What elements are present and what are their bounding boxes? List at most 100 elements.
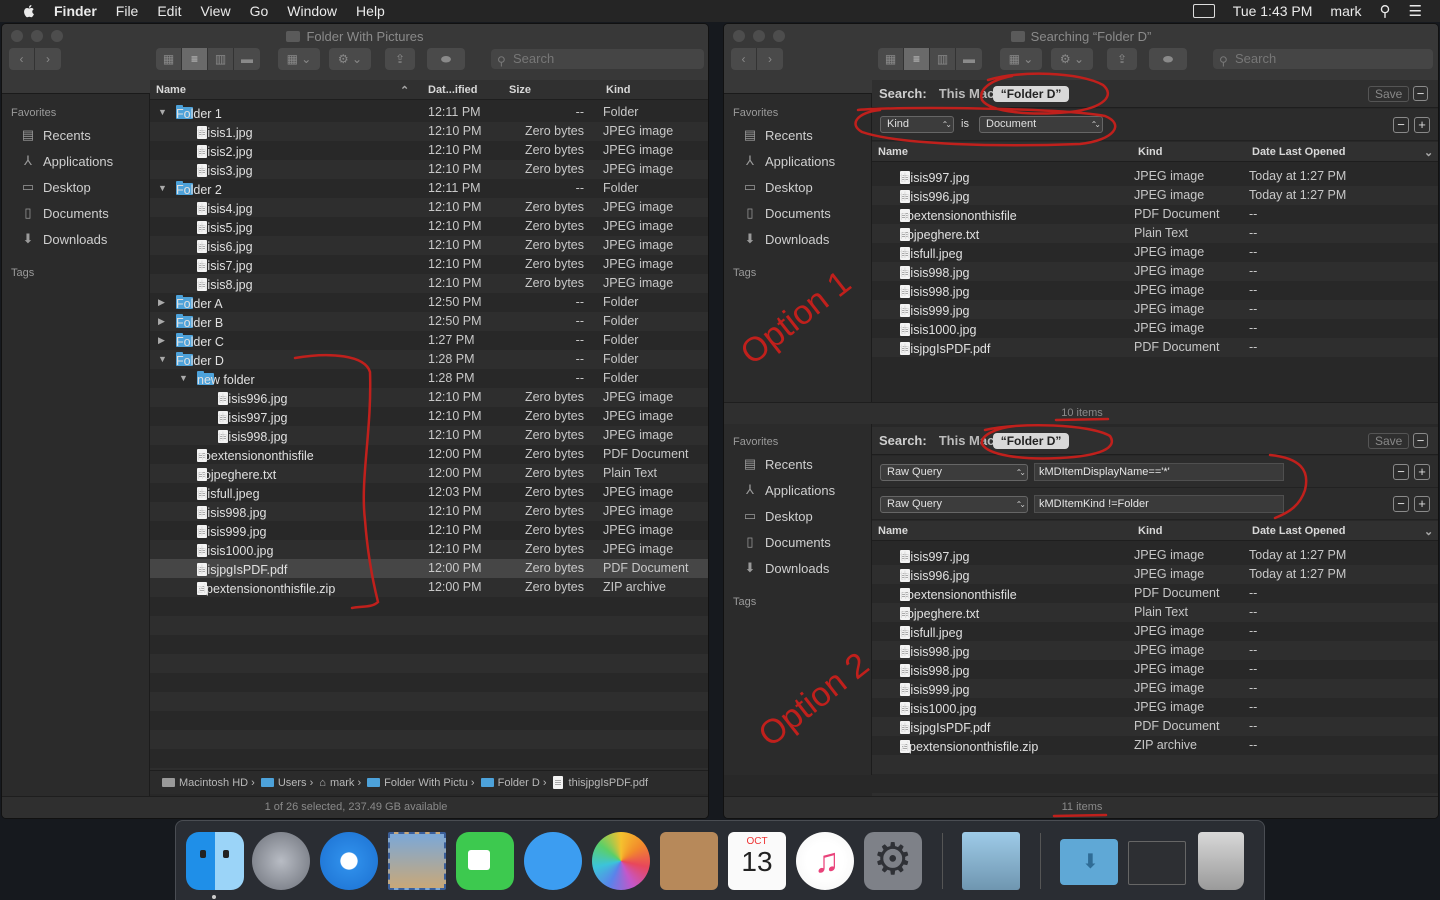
menu-go[interactable]: Go (250, 3, 269, 19)
facetime-icon[interactable] (456, 832, 514, 890)
tag-icon[interactable]: ⬬ (1149, 48, 1187, 70)
file-row[interactable]: thisis2.jpg 12:10 PM Zero bytes JPEG image (150, 141, 708, 160)
search-result-row[interactable]: thisfull.jpeg JPEG image -- (872, 243, 1438, 262)
search-result-row[interactable]: noextensiononthisfile PDF Document -- (872, 584, 1438, 603)
group-by-button[interactable]: ▦ ⌄ (1000, 48, 1042, 70)
save-search-button[interactable]: Save (1368, 433, 1410, 449)
search-result-row[interactable]: thisis997.jpg JPEG image Today at 1:27 PM (872, 167, 1438, 186)
raw-query-field[interactable]: kMDItemKind !=Folder (1034, 495, 1284, 513)
attribute-popup[interactable]: Raw Query (880, 496, 1028, 513)
forward-button[interactable]: › (757, 48, 783, 70)
downloads-stack-icon[interactable]: ⬇ (1060, 839, 1118, 885)
search-result-row[interactable]: noextensiononthisfile PDF Document -- (872, 205, 1438, 224)
search-result-row[interactable]: thisis996.jpg JPEG image Today at 1:27 PM (872, 565, 1438, 584)
file-row[interactable]: thisis1000.jpg 12:10 PM Zero bytes JPEG ima… (150, 540, 708, 559)
disclosure-open-icon[interactable]: ▼ (158, 354, 167, 364)
search-result-row[interactable]: thisis997.jpg JPEG image Today at 1:27 PM (872, 546, 1438, 565)
column-kind[interactable]: Kind (606, 84, 630, 96)
launchpad-icon[interactable] (252, 832, 310, 890)
back-button[interactable]: ‹ (731, 48, 757, 70)
file-row[interactable]: thisis996.jpg 12:10 PM Zero bytes JPEG imag… (150, 388, 708, 407)
column-kind[interactable]: Kind (1138, 146, 1162, 158)
user-name[interactable]: mark (1330, 3, 1361, 19)
file-row[interactable]: thisjpgIsPDF.pdf 12:00 PM Zero bytes PDF Do… (150, 559, 708, 578)
system-preferences-icon[interactable]: ⚙ (864, 832, 922, 890)
attribute-popup[interactable]: Kind (880, 116, 954, 133)
sidebar-item-recents[interactable]: ▤ Recents (2, 122, 149, 148)
file-row[interactable]: ▶ Folder B 12:50 PM -- Folder (150, 312, 708, 331)
column-name[interactable]: Name (878, 146, 908, 158)
attribute-popup[interactable]: Raw Query (880, 464, 1028, 481)
sidebar-item-recents[interactable]: ▤ Recents (724, 451, 871, 477)
group-by-button[interactable]: ▦ ⌄ (278, 48, 320, 70)
contacts-icon[interactable] (660, 832, 718, 890)
share-icon[interactable]: ⇪ (385, 48, 415, 70)
gallery-view-icon[interactable]: ▬ (234, 48, 260, 70)
preview-icon[interactable] (962, 832, 1020, 890)
remove-criteria-button[interactable]: − (1413, 433, 1428, 448)
remove-rule-button[interactable]: − (1393, 464, 1409, 480)
file-row[interactable]: ▼ new folder 1:28 PM -- Folder (150, 369, 708, 388)
itunes-icon[interactable]: ♫ (796, 832, 854, 890)
disclosure-open-icon[interactable]: ▼ (179, 373, 188, 383)
path-item[interactable]: Folder D › (480, 777, 547, 789)
search-result-row[interactable]: nojpeghere.txt Plain Text -- (872, 224, 1438, 243)
clock[interactable]: Tue 1:43 PM (1233, 3, 1313, 19)
sidebar-item-documents[interactable]: ▯ Documents (724, 529, 871, 555)
search-result-row[interactable]: thisis998.jpg JPEG image -- (872, 262, 1438, 281)
column-name[interactable]: Name (156, 84, 186, 96)
scope-this-mac[interactable]: This Mac (939, 433, 995, 448)
action-gear-icon[interactable]: ⚙ ⌄ (1051, 48, 1093, 70)
file-row[interactable]: thisis8.jpg 12:10 PM Zero bytes JPEG image (150, 274, 708, 293)
file-row[interactable]: zipextensiononthisfile.zip 12:00 PM Zero b… (150, 578, 708, 597)
icon-view-icon[interactable]: ▦ (156, 48, 182, 70)
action-gear-icon[interactable]: ⚙ ⌄ (329, 48, 371, 70)
file-row[interactable]: thisis998.jpg 12:10 PM Zero bytes JPEG imag… (150, 426, 708, 445)
sidebar-item-recents[interactable]: ▤ Recents (724, 122, 871, 148)
mail-icon[interactable] (388, 832, 446, 890)
search-result-row[interactable]: thisjpgIsPDF.pdf PDF Document -- (872, 338, 1438, 357)
column-date-modified[interactable]: Dat...ified (428, 84, 478, 96)
menu-window[interactable]: Window (287, 3, 337, 19)
disclosure-open-icon[interactable]: ▼ (158, 183, 167, 193)
column-date-last-opened[interactable]: Date Last Opened (1252, 525, 1346, 537)
search-result-row[interactable]: thisfull.jpeg JPEG image -- (872, 622, 1438, 641)
value-popup[interactable]: Document (979, 116, 1103, 133)
share-icon[interactable]: ⇪ (1107, 48, 1137, 70)
file-row[interactable]: ▼ Folder 1 12:11 PM -- Folder (150, 103, 708, 122)
search-result-row[interactable]: thisis998.jpg JPEG image -- (872, 641, 1438, 660)
menu-file[interactable]: File (116, 3, 139, 19)
menu-edit[interactable]: Edit (157, 3, 181, 19)
file-row[interactable]: thisis3.jpg 12:10 PM Zero bytes JPEG image (150, 160, 708, 179)
file-row[interactable]: thisis998.jpg 12:10 PM Zero bytes JPEG imag… (150, 502, 708, 521)
calendar-icon[interactable]: OCT 13 (728, 832, 786, 890)
photos-icon[interactable] (592, 832, 650, 890)
list-view-icon[interactable]: ≡ (904, 48, 930, 70)
save-search-button[interactable]: Save (1368, 86, 1410, 102)
column-view-icon[interactable]: ▥ (208, 48, 234, 70)
trash-icon[interactable] (1198, 832, 1244, 890)
column-kind[interactable]: Kind (1138, 525, 1162, 537)
back-button[interactable]: ‹ (9, 48, 35, 70)
tag-icon[interactable]: ⬬ (427, 48, 465, 70)
file-row[interactable]: thisis1.jpg 12:10 PM Zero bytes JPEG image (150, 122, 708, 141)
file-row[interactable]: thisis6.jpg 12:10 PM Zero bytes JPEG image (150, 236, 708, 255)
add-rule-button[interactable]: + (1414, 117, 1430, 133)
add-rule-button[interactable]: + (1414, 464, 1430, 480)
column-name[interactable]: Name (878, 525, 908, 537)
scope-this-mac[interactable]: This Mac (939, 86, 995, 101)
scope-folder-pill[interactable]: “Folder D” (992, 85, 1070, 102)
search-result-row[interactable]: nojpeghere.txt Plain Text -- (872, 603, 1438, 622)
menu-view[interactable]: View (200, 3, 230, 19)
search-result-row[interactable]: thisis998.jpg JPEG image -- (872, 281, 1438, 300)
disclosure-closed-icon[interactable]: ▶ (158, 335, 165, 346)
notification-center-icon[interactable]: ☰ (1409, 2, 1422, 20)
file-row[interactable]: noextensiononthisfile 12:00 PM Zero bytes P… (150, 445, 708, 464)
path-item[interactable]: thisjpgIsPDF.pdf (552, 776, 648, 789)
menu-finder[interactable]: Finder (54, 3, 97, 19)
file-row[interactable]: thisis999.jpg 12:10 PM Zero bytes JPEG imag… (150, 521, 708, 540)
sidebar-item-applications[interactable]: ⅄ Applications (724, 477, 871, 503)
file-row[interactable]: ▼ Folder D 1:28 PM -- Folder (150, 350, 708, 369)
file-row[interactable]: ▼ Folder 2 12:11 PM -- Folder (150, 179, 708, 198)
sidebar-item-applications[interactable]: ⅄ Applications (724, 148, 871, 174)
